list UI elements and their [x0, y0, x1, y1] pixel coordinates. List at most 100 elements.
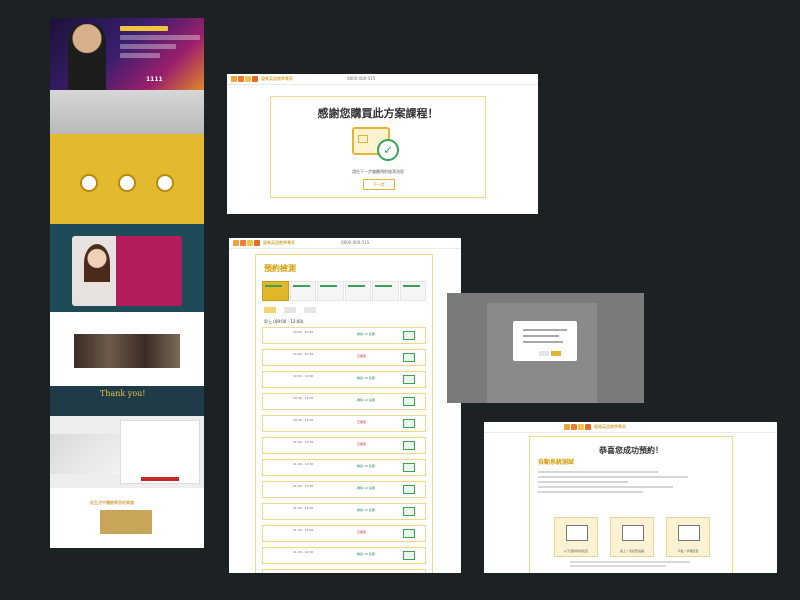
submit-button[interactable] — [141, 477, 179, 481]
book-button[interactable] — [403, 397, 415, 406]
slot-status: 已額滿 — [357, 530, 367, 534]
slot-row[interactable]: 10:00 - 10:30 剩餘 10 名額 — [262, 327, 426, 344]
filter-evening[interactable] — [304, 307, 316, 313]
site-logo[interactable] — [564, 424, 591, 430]
section-intro — [50, 90, 204, 134]
slot-row[interactable]: 11:00 - 11:30 剩餘 10 名額 — [262, 481, 426, 498]
slot-time: 12:00 - 12:30 — [293, 572, 313, 573]
feature-icon — [80, 174, 98, 192]
slot-status: 剩餘 10 名額 — [357, 486, 375, 490]
slot-row[interactable]: 10:00 - 10:30 已額滿 — [262, 349, 426, 366]
slot-time: 11:30 - 12:00 — [293, 506, 314, 510]
slot-time: 11:30 - 12:00 — [293, 550, 314, 554]
slot-row[interactable]: 12:00 - 12:30剩餘 10 名額 — [262, 569, 426, 573]
device-option[interactable]: 平板 / 手機裝置 — [666, 517, 710, 557]
feature-icon — [156, 174, 174, 192]
slot-row[interactable]: 11:30 - 12:00 剩餘 10 名額 — [262, 547, 426, 564]
book-button[interactable] — [403, 551, 415, 560]
book-button[interactable] — [403, 331, 415, 340]
slot-time: 11:30 - 12:00 — [293, 528, 314, 532]
thanks-page-preview: 優質英語教學專家 0800-000-515 感謝您購買此方案課程！ ✓ 請在下一… — [227, 74, 538, 214]
book-button[interactable] — [403, 529, 415, 538]
brand-tagline: 優質英語教學專家 — [594, 424, 626, 429]
slot-row[interactable]: 11:30 - 12:00 已額滿 — [262, 525, 426, 542]
section-testimonial — [50, 312, 204, 386]
date-tab[interactable] — [289, 281, 316, 301]
success-content: 恭喜您成功預約！ 自動系統測試 以下選擇你的裝置 桌上 / 筆記型電腦 平板 /… — [529, 436, 733, 573]
book-button[interactable] — [403, 441, 415, 450]
site-header: 優質英語教學專家 0800-000-515 — [229, 238, 461, 249]
confirm-dialog — [513, 321, 577, 361]
filter-afternoon[interactable] — [284, 307, 296, 313]
slot-time: 11:00 - 11:30 — [293, 484, 314, 488]
book-button[interactable] — [403, 485, 415, 494]
thank-you-heading: Thank you! — [100, 389, 146, 398]
phone-number: 0800-000-515 — [347, 76, 376, 81]
slot-row[interactable]: 10:30 - 11:00 剩餘 10 名額 — [262, 371, 426, 388]
section-features — [50, 134, 204, 224]
slot-status: 剩餘 10 名額 — [357, 332, 375, 336]
hero-date: 1111 — [146, 76, 163, 83]
date-tabs — [262, 281, 426, 301]
group-photo — [74, 334, 180, 368]
booking-page-preview: 優質英語教學專家 0800-000-515 預約檢測 早上 (09:00 - 1… — [229, 238, 461, 573]
slot-status: 已額滿 — [357, 442, 367, 446]
slot-row[interactable]: 11:00 - 11:30 已額滿 — [262, 437, 426, 454]
next-step-message: 請在下一步繼續預約檢測流程 — [352, 169, 404, 174]
feature-icon — [118, 174, 136, 192]
section-video — [50, 224, 204, 312]
cancel-button[interactable] — [539, 351, 549, 356]
slot-status: 剩餘 10 名額 — [357, 376, 375, 380]
book-button[interactable] — [403, 353, 415, 362]
slot-status: 剩餘 10 名額 — [357, 508, 375, 512]
book-button[interactable] — [403, 419, 415, 428]
section-signup — [50, 416, 204, 488]
slot-status: 已額滿 — [357, 354, 367, 358]
signup-form[interactable] — [120, 420, 200, 484]
student-photo — [84, 244, 110, 282]
page-title: 預約檢測 — [264, 264, 296, 273]
page-title: 恭喜您成功預約！ — [599, 446, 663, 455]
filter-morning[interactable] — [264, 307, 276, 313]
landing-page-preview: 1111 Thank you! 從生活中體驗學習的樂趣 — [50, 18, 204, 548]
device-option[interactable]: 桌上 / 筆記型電腦 — [610, 517, 654, 557]
next-button[interactable]: 下一步 — [363, 179, 395, 190]
date-tab[interactable] — [372, 281, 399, 301]
book-button[interactable] — [403, 375, 415, 384]
footer-title: 從生活中體驗學習的樂趣 — [90, 500, 134, 505]
site-logo[interactable] — [233, 240, 260, 246]
date-tab[interactable] — [399, 281, 426, 301]
slot-list: 10:00 - 10:30 剩餘 10 名額 10:00 - 10:30 已額滿 10:… — [262, 327, 426, 573]
brand-tagline: 優質英語教學專家 — [261, 76, 293, 81]
date-tab[interactable] — [344, 281, 371, 301]
instructions — [538, 471, 688, 496]
site-logo[interactable] — [231, 76, 258, 82]
device-option[interactable]: 以下選擇你的裝置 — [554, 517, 598, 557]
confirm-button[interactable] — [551, 351, 561, 356]
keyboard-photo — [50, 434, 120, 474]
slot-status: 已額滿 — [357, 420, 367, 424]
date-tab[interactable] — [262, 281, 289, 301]
footer-image — [100, 510, 152, 534]
slot-row[interactable]: 11:00 - 11:30 剩餘 10 名額 — [262, 459, 426, 476]
date-tab[interactable] — [317, 281, 344, 301]
slot-time: 10:30 - 11:00 — [293, 374, 314, 378]
brand-tagline: 優質英語教學專家 — [263, 240, 295, 245]
booking-sheet: 預約檢測 早上 (09:00 - 12:00) 10:00 - 10:30 剩餘 … — [255, 254, 433, 573]
slot-time: 10:00 - 10:30 — [293, 352, 314, 356]
slot-status: 剩餘 10 名額 — [357, 464, 375, 468]
book-button[interactable] — [403, 463, 415, 472]
slot-time: 10:00 - 10:30 — [293, 330, 314, 334]
check-icon: ✓ — [377, 139, 399, 161]
slot-time: 11:00 - 11:30 — [293, 462, 314, 466]
section-footer: 從生活中體驗學習的樂趣 — [50, 488, 204, 548]
slot-time: 11:00 - 11:30 — [293, 440, 314, 444]
section-subtitle: 自動系統測試 — [538, 459, 575, 466]
slot-row[interactable]: 10:30 - 11:00 已額滿 — [262, 415, 426, 432]
thanks-content: 感謝您購買此方案課程！ ✓ 請在下一步繼續預約檢測流程 下一步 — [270, 96, 486, 198]
hero-banner: 1111 — [50, 18, 204, 90]
phone-number: 0800-000-515 — [341, 240, 370, 245]
book-button[interactable] — [403, 507, 415, 516]
slot-row[interactable]: 10:30 - 11:00 剩餘 10 名額 — [262, 393, 426, 410]
slot-row[interactable]: 11:30 - 12:00 剩餘 10 名額 — [262, 503, 426, 520]
